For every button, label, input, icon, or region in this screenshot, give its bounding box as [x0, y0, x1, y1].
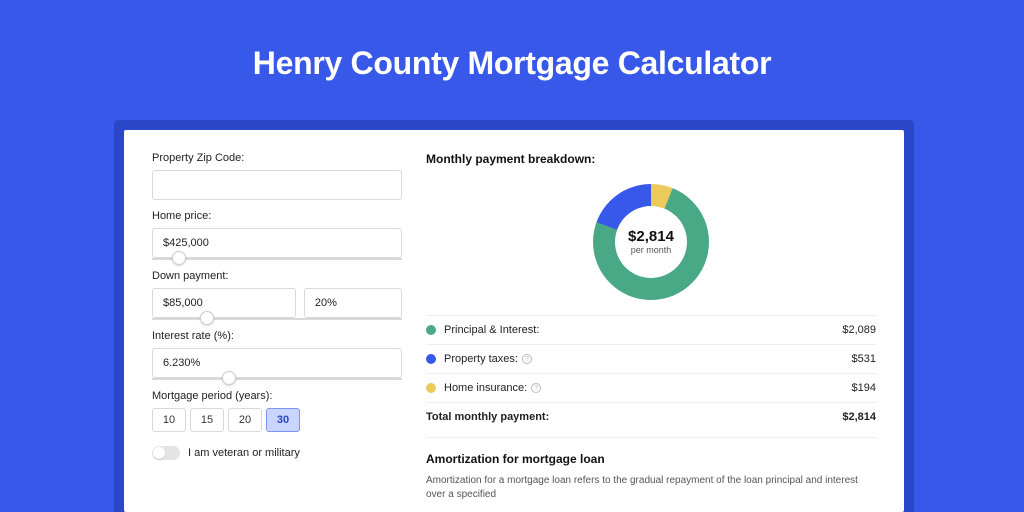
- veteran-toggle-row: I am veteran or military: [152, 446, 402, 460]
- legend-value: $531: [852, 353, 876, 365]
- period-button-10[interactable]: 10: [152, 408, 186, 432]
- down-payment-pct-input[interactable]: [304, 288, 402, 318]
- breakdown-title: Monthly payment breakdown:: [426, 152, 876, 166]
- legend-total-label: Total monthly payment:: [426, 411, 842, 423]
- down-payment-amount-input[interactable]: [152, 288, 296, 318]
- legend-value: $194: [852, 382, 876, 394]
- mortgage-period-buttons: 10152030: [152, 408, 402, 432]
- down-payment-block: Down payment:: [152, 270, 402, 320]
- breakdown-column: Monthly payment breakdown: $2,814 per mo…: [426, 152, 876, 512]
- info-icon[interactable]: ?: [531, 383, 541, 393]
- legend-dot-icon: [426, 325, 436, 335]
- zip-field-block: Property Zip Code:: [152, 152, 402, 200]
- donut-amount: $2,814: [628, 228, 674, 245]
- mortgage-period-block: Mortgage period (years): 10152030: [152, 390, 402, 432]
- legend-label: Principal & Interest:: [444, 324, 842, 336]
- legend-total-row: Total monthly payment: $2,814: [426, 402, 876, 431]
- legend-label: Home insurance: ?: [444, 382, 852, 394]
- interest-rate-input[interactable]: [152, 348, 402, 378]
- period-button-15[interactable]: 15: [190, 408, 224, 432]
- donut-center: $2,814 per month: [593, 184, 709, 300]
- amortization-block: Amortization for mortgage loan Amortizat…: [426, 437, 876, 502]
- legend-list: Principal & Interest:$2,089Property taxe…: [426, 315, 876, 402]
- legend-label: Property taxes: ?: [444, 353, 852, 365]
- page-title: Henry County Mortgage Calculator: [0, 0, 1024, 100]
- amortization-text: Amortization for a mortgage loan refers …: [426, 474, 876, 502]
- legend-total-value: $2,814: [842, 411, 876, 423]
- calculator-panel: Property Zip Code: Home price: Down paym…: [124, 130, 904, 512]
- legend-row: Home insurance: ?$194: [426, 373, 876, 402]
- legend-row: Principal & Interest:$2,089: [426, 315, 876, 344]
- legend-value: $2,089: [842, 324, 876, 336]
- home-price-slider-thumb[interactable]: [172, 251, 186, 265]
- period-button-20[interactable]: 20: [228, 408, 262, 432]
- veteran-toggle[interactable]: [152, 446, 180, 460]
- legend-row: Property taxes: ?$531: [426, 344, 876, 373]
- interest-rate-slider-thumb[interactable]: [222, 371, 236, 385]
- legend-dot-icon: [426, 383, 436, 393]
- form-column: Property Zip Code: Home price: Down paym…: [152, 152, 402, 512]
- legend-dot-icon: [426, 354, 436, 364]
- veteran-toggle-label: I am veteran or military: [188, 447, 300, 459]
- interest-rate-slider[interactable]: [152, 378, 402, 380]
- donut-sublabel: per month: [631, 245, 672, 255]
- home-price-label: Home price:: [152, 210, 402, 222]
- zip-input[interactable]: [152, 170, 402, 200]
- period-button-30[interactable]: 30: [266, 408, 300, 432]
- home-price-input[interactable]: [152, 228, 402, 258]
- donut-chart-wrap: $2,814 per month: [426, 174, 876, 309]
- zip-label: Property Zip Code:: [152, 152, 402, 164]
- mortgage-period-label: Mortgage period (years):: [152, 390, 402, 402]
- down-payment-label: Down payment:: [152, 270, 402, 282]
- interest-rate-block: Interest rate (%):: [152, 330, 402, 380]
- info-icon[interactable]: ?: [522, 354, 532, 364]
- amortization-title: Amortization for mortgage loan: [426, 452, 876, 466]
- donut-chart: $2,814 per month: [593, 184, 709, 300]
- down-payment-slider-thumb[interactable]: [200, 311, 214, 325]
- down-payment-slider[interactable]: [152, 318, 402, 320]
- home-price-slider[interactable]: [152, 258, 402, 260]
- home-price-block: Home price:: [152, 210, 402, 260]
- interest-rate-label: Interest rate (%):: [152, 330, 402, 342]
